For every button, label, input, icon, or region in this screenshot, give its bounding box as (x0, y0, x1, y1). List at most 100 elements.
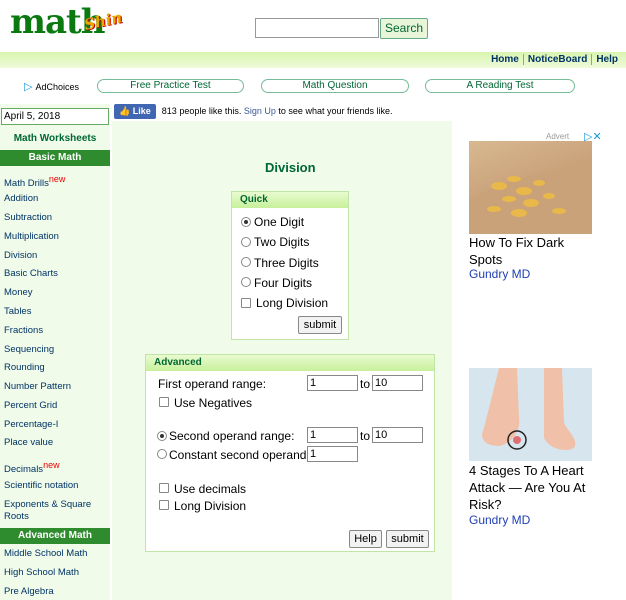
sidebar-item[interactable]: Basic Charts (4, 268, 58, 279)
sidebar-item[interactable]: Rounding (4, 362, 45, 373)
sidebar-item-label: Division (4, 250, 38, 261)
sidebar-item-label: Percentage-I (4, 419, 59, 430)
sidebar-item[interactable]: Fractions (4, 325, 43, 336)
checkbox-use-decimals[interactable] (159, 483, 169, 493)
nav-home[interactable]: Home (487, 54, 523, 65)
adchoices-label: AdChoices (35, 82, 79, 92)
nav-help[interactable]: Help (591, 54, 622, 65)
sidebar-item[interactable]: Sequencing (4, 344, 54, 355)
advert-label: Advert (546, 132, 570, 141)
sidebar-item[interactable]: Middle School Math (4, 548, 87, 559)
radio-one-digit[interactable] (241, 217, 251, 227)
fb-count: 813 people like this. (161, 106, 242, 116)
constant-second-input[interactable]: 1 (307, 446, 358, 462)
new-badge: new (48, 174, 66, 184)
nav-noticeboard[interactable]: NoticeBoard (522, 54, 592, 65)
sidebar-item[interactable]: Decimalsnew (4, 460, 60, 475)
feet-illustration (482, 368, 576, 450)
search-button[interactable]: Search (380, 18, 428, 39)
sidebar-item-label: Money (4, 287, 33, 298)
facebook-like-bar: 👍 Like 813 people like this. Sign Up to … (114, 104, 392, 119)
ad1-source[interactable]: Gundry MD (469, 267, 530, 281)
sidebar-item-label: Tables (4, 306, 32, 317)
checkbox-long-division-quick[interactable] (241, 298, 251, 308)
sidebar-item-label: Exponents & Square Roots (4, 499, 92, 522)
ad-image-hand[interactable] (469, 141, 592, 234)
sidebar-item-label: Rounding (4, 362, 45, 373)
label-first-range: First operand range: (158, 377, 267, 391)
ad-image-feet[interactable] (469, 368, 592, 461)
sidebar-item[interactable]: Number Pattern (4, 381, 71, 392)
math-question-link[interactable]: Math Question (261, 79, 409, 93)
radio-three-digits[interactable] (241, 257, 251, 267)
label-one-digit: One Digit (254, 215, 305, 229)
sidebar-item[interactable]: Addition (4, 193, 38, 204)
sidebar-item[interactable]: Place value (4, 437, 53, 448)
sidebar-item[interactable]: Multiplication (4, 231, 59, 242)
free-practice-test-link[interactable]: Free Practice Test (97, 79, 244, 93)
page-title: Division (265, 160, 316, 175)
quick-panel-head: Quick (232, 192, 348, 208)
sidebar-item-label: Place value (4, 437, 54, 448)
sidebar-item[interactable]: Tables (4, 306, 31, 317)
adchoices[interactable]: ▷ AdChoices (24, 80, 79, 93)
sidebar-title: Math Worksheets (13, 133, 97, 144)
sidebar-item[interactable]: Scientific notation (4, 480, 78, 491)
help-button[interactable]: Help (349, 530, 382, 548)
radio-constant-second[interactable] (157, 449, 167, 459)
sidebar-item[interactable]: Money (4, 287, 33, 298)
sidebar-item-label: Math Drills (4, 178, 49, 190)
second-range-to-input[interactable]: 10 (372, 427, 423, 443)
radio-second-range[interactable] (157, 431, 167, 441)
label-use-decimals: Use decimals (174, 482, 247, 496)
label-use-negatives: Use Negatives (174, 396, 253, 410)
sidebar-item-label: Sequencing (4, 344, 55, 355)
first-range-to-input[interactable]: 10 (372, 375, 423, 391)
fb-text: 813 people like this. Sign Up to see wha… (162, 106, 393, 116)
sidebar-item[interactable]: High School Math (4, 567, 79, 578)
sidebar-item-label: Scientific notation (4, 480, 79, 491)
radio-four-digits[interactable] (241, 277, 251, 287)
sidebar-item[interactable]: Exponents & Square Roots (4, 499, 104, 523)
checkbox-long-division-adv[interactable] (159, 500, 169, 510)
top-nav: Home NoticeBoard Help (487, 54, 622, 65)
fb-like-label: Like (132, 106, 151, 116)
search-input[interactable] (255, 18, 379, 38)
sidebar-item[interactable]: Percentage-I (4, 419, 58, 430)
hand-oats-illustration (469, 161, 592, 234)
sidebar-head-advanced: Advanced Math (0, 528, 110, 544)
fb-signup-link[interactable]: Sign Up (244, 106, 276, 116)
label-long-division-adv: Long Division (174, 499, 247, 513)
sidebar-item-label: Addition (4, 193, 39, 204)
sidebar-item-label: Multiplication (4, 231, 59, 242)
sidebar-head-basic: Basic Math (0, 150, 110, 166)
ad1-title[interactable]: How To Fix Dark Spots (469, 234, 589, 268)
sidebar-item[interactable]: Division (4, 250, 37, 261)
radio-two-digits[interactable] (241, 237, 251, 247)
advanced-submit-button[interactable]: submit (386, 530, 429, 548)
label-to-1: to (360, 377, 371, 391)
ad2-source[interactable]: Gundry MD (469, 513, 530, 527)
label-long-division-quick: Long Division (256, 296, 329, 310)
sidebar-item[interactable]: Math Drillsnew (4, 174, 65, 189)
date-display: April 5, 2018 (1, 108, 109, 125)
checkbox-use-negatives[interactable] (159, 397, 169, 407)
sidebar-item[interactable]: Pre Algebra (4, 586, 54, 597)
second-range-from-input[interactable]: 1 (307, 427, 358, 443)
adchoices-icon: ▷ (24, 81, 33, 93)
fb-rest: to see what your friends like. (278, 106, 393, 116)
fb-like-button[interactable]: 👍 Like (114, 104, 156, 119)
reading-test-link[interactable]: A Reading Test (425, 79, 575, 93)
sidebar-item-label: Number Pattern (4, 381, 72, 392)
sidebar-item-label: Percent Grid (4, 400, 58, 411)
sidebar-item[interactable]: Percent Grid (4, 400, 57, 411)
sidebar-item[interactable]: Subtraction (4, 212, 52, 223)
ad2-title[interactable]: 4 Stages To A Heart Attack — Are You At … (469, 462, 595, 513)
site-logo[interactable]: math Shin (10, 2, 124, 42)
sidebar-item-label: Basic Charts (4, 268, 58, 279)
quick-submit-button[interactable]: submit (298, 316, 342, 334)
first-range-from-input[interactable]: 1 (307, 375, 358, 391)
label-constant-second: Constant second operand: (169, 448, 310, 462)
sidebar-item-label: Fractions (4, 325, 44, 336)
advanced-panel-head: Advanced (146, 355, 434, 371)
